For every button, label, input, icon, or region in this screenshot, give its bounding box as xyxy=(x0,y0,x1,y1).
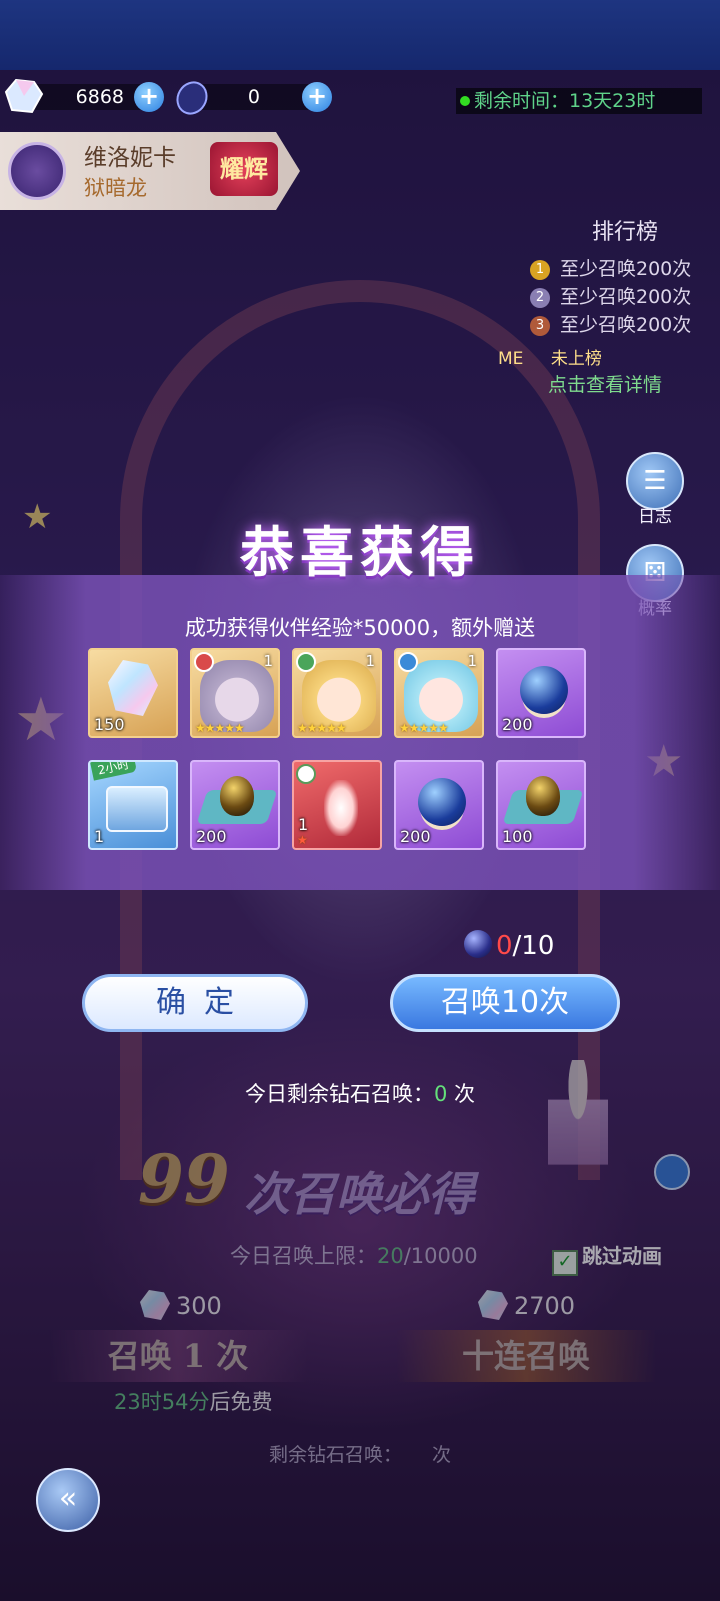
item-qty: 100 xyxy=(502,827,533,846)
medal-gold-icon: 1 xyxy=(530,259,550,280)
star-orb-icon xyxy=(520,666,568,714)
hero-name: 维洛妮卡 xyxy=(84,145,176,171)
daily-left-label: 今日剩余钻石召唤： xyxy=(244,1082,434,1106)
element-water-icon xyxy=(398,652,418,672)
star-rating: ★ xyxy=(297,833,308,847)
element-wind-icon xyxy=(296,652,316,672)
reward-title: 恭喜获得 xyxy=(240,520,480,584)
reward-item-orb[interactable]: 200 xyxy=(394,760,484,850)
ranking-title[interactable]: 排行榜 xyxy=(592,214,658,246)
element-fire-icon xyxy=(194,652,214,672)
moon-emblem-icon xyxy=(8,142,66,200)
ranking-text: 至少召唤200次 xyxy=(560,314,692,336)
ranking-text: 至少召唤200次 xyxy=(560,286,692,308)
view-details-link[interactable]: 点击查看详情 xyxy=(548,370,662,397)
summon-gem-icon xyxy=(464,930,492,958)
reward-item-crystal[interactable]: 150 xyxy=(88,648,178,738)
diamond-icon xyxy=(4,76,44,116)
back-button[interactable]: « xyxy=(36,1468,100,1532)
timer-dot-icon xyxy=(460,96,470,106)
timer-text: 剩余时间：13天23时 xyxy=(474,90,656,112)
reward-subtitle: 成功获得伙伴经验*50000，额外赠送 xyxy=(184,616,536,640)
ranking-me: ME 未上榜 xyxy=(498,344,602,369)
reward-item-hero[interactable]: 1 ★★★★★ xyxy=(394,648,484,738)
star-rating: ★★★★★ xyxy=(297,721,347,735)
gem-total: /10 xyxy=(512,931,555,961)
fairy-silhouette-icon xyxy=(324,780,358,836)
reward-item-chest[interactable]: 2小时 1 xyxy=(88,760,178,850)
diamond-crystal-icon xyxy=(108,660,158,716)
star-rating: ★★★★★ xyxy=(195,721,245,735)
reward-item-orb[interactable]: 200 xyxy=(496,648,586,738)
ranking-row: 2 至少召唤200次 xyxy=(530,282,691,309)
item-qty: 200 xyxy=(400,827,431,846)
reward-item-egg[interactable]: 200 xyxy=(190,760,280,850)
ranking-row: 1 至少召唤200次 xyxy=(530,254,691,281)
item-qty: 1 xyxy=(94,827,105,846)
confirm-button[interactable]: 确定 xyxy=(82,974,308,1032)
gem-current: 0 xyxy=(496,931,513,961)
reward-item-fairy[interactable]: 1 ★ xyxy=(292,760,382,850)
golden-egg-icon xyxy=(526,776,560,816)
item-level: 1 xyxy=(467,652,477,670)
document-icon: ☰ xyxy=(643,466,667,496)
me-badge: ME xyxy=(498,349,524,369)
treasure-chest-icon xyxy=(106,786,168,832)
hero-title: 狱暗龙 xyxy=(84,176,147,200)
duration-tag: 2小时 xyxy=(90,762,137,781)
reward-item-hero[interactable]: 1 ★★★★★ xyxy=(190,648,280,738)
item-qty: 1 xyxy=(298,815,309,834)
diamond-amount: 6868 xyxy=(75,86,124,108)
add-diamond-button[interactable]: + xyxy=(134,82,164,112)
summon-gem-counter: 0/10 xyxy=(464,930,554,961)
event-timer: 剩余时间：13天23时 xyxy=(456,88,702,114)
summon-10-button[interactable]: 召唤10次 xyxy=(390,974,620,1032)
item-level: 1 xyxy=(365,652,375,670)
add-gem-button[interactable]: + xyxy=(302,82,332,112)
daily-left-value: 0 xyxy=(433,1082,448,1106)
element-multi-icon xyxy=(296,764,316,784)
gem-amount: 0 xyxy=(247,86,260,108)
item-level: 1 xyxy=(263,652,273,670)
star-rating: ★★★★★ xyxy=(399,721,449,735)
me-status: 未上榜 xyxy=(550,349,602,369)
medal-silver-icon: 2 xyxy=(530,287,550,308)
daily-diamond-summons-left: 今日剩余钻石召唤：0 次 xyxy=(0,1078,720,1108)
ranking-row: 3 至少召唤200次 xyxy=(530,310,691,337)
item-qty: 200 xyxy=(196,827,227,846)
back-arrow-icon: « xyxy=(58,1481,78,1516)
medal-bronze-icon: 3 xyxy=(530,315,550,336)
daily-left-suffix: 次 xyxy=(447,1082,476,1106)
golden-egg-icon xyxy=(220,776,254,816)
star-orb-icon xyxy=(418,778,466,826)
rarity-tag: 耀辉 xyxy=(210,142,278,196)
reward-item-egg[interactable]: 100 xyxy=(496,760,586,850)
item-qty: 150 xyxy=(94,715,125,734)
reward-item-hero[interactable]: 1 ★★★★★ xyxy=(292,648,382,738)
summon-gem-icon xyxy=(172,76,212,116)
ranking-text: 至少召唤200次 xyxy=(560,258,692,280)
item-qty: 200 xyxy=(502,715,533,734)
